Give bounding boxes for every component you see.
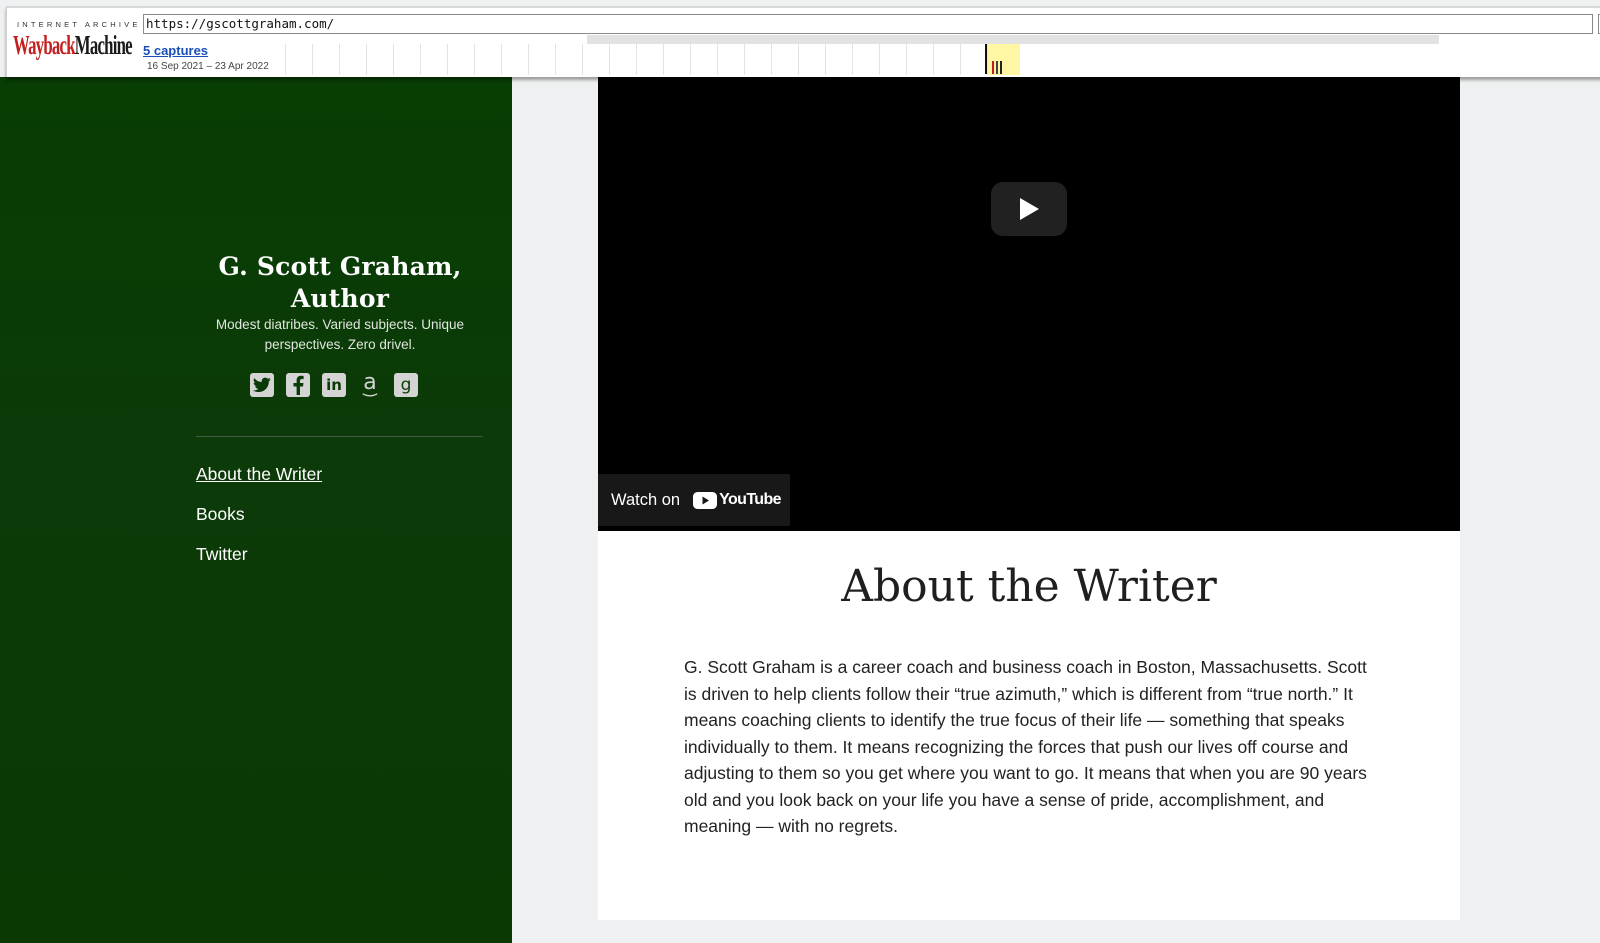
site-description: Modest diatribes. Varied subjects. Uniqu… (215, 317, 465, 352)
about-paragraph: G. Scott Graham is a career coach and bu… (684, 657, 1367, 836)
wayback-machine-wordmark: WaybackMachine (13, 30, 133, 60)
sidebar-nav: About the Writer Books Twitter (196, 463, 322, 583)
sparkline-month[interactable] (636, 44, 663, 75)
youtube-embed[interactable]: Watch on YouTube (598, 77, 1460, 531)
page-title: About the Writer (841, 561, 1217, 612)
capture-bar[interactable] (996, 61, 998, 74)
capture-sparkline[interactable] (285, 44, 1437, 75)
sparkline-month[interactable] (582, 44, 609, 75)
capture-date-range: 16 Sep 2021 – 23 Apr 2022 (147, 61, 269, 72)
sparkline-month[interactable] (555, 44, 582, 75)
sparkline-month[interactable] (312, 44, 339, 75)
sparkline-month[interactable] (474, 44, 501, 75)
sidebar-divider (196, 436, 483, 437)
sparkline-month[interactable] (420, 44, 447, 75)
sparkline-month[interactable] (906, 44, 933, 75)
amazon-icon[interactable]: a (358, 370, 382, 397)
sparkline-month[interactable] (933, 44, 960, 75)
main-content: Watch on YouTube About the Writer G. Sco… (598, 77, 1460, 920)
wayback-logo[interactable]: INTERNET ARCHIVE WaybackMachine (11, 17, 137, 67)
youtube-icon (693, 491, 718, 509)
youtube-logo: YouTube (693, 491, 782, 509)
sparkline-month[interactable] (825, 44, 852, 75)
internet-archive-label: INTERNET ARCHIVE (17, 20, 141, 29)
sidebar: G. Scott Graham, Author Modest diatribes… (0, 77, 512, 943)
sparkline-month[interactable] (798, 44, 825, 75)
sparkline-month[interactable] (960, 44, 987, 75)
sparkline-header (587, 35, 1439, 44)
linkedin-icon[interactable]: in (322, 373, 346, 397)
sparkline-month[interactable] (717, 44, 744, 75)
sparkline-month[interactable] (690, 44, 717, 75)
play-button[interactable] (991, 182, 1067, 236)
social-links: in a g (250, 370, 418, 397)
wayback-url-input[interactable]: https://gscottgraham.com/ (143, 14, 1593, 34)
nav-item-books[interactable]: Books (196, 503, 322, 525)
goodreads-icon[interactable]: g (394, 373, 418, 397)
sparkline-month[interactable] (285, 44, 312, 75)
twitter-icon[interactable] (250, 373, 274, 397)
nav-item-twitter[interactable]: Twitter (196, 543, 322, 565)
sparkline-month[interactable] (771, 44, 798, 75)
wayback-word: Wayback (13, 30, 76, 60)
sparkline-month[interactable] (339, 44, 366, 75)
sparkline-month[interactable] (393, 44, 420, 75)
sparkline-month[interactable] (501, 44, 528, 75)
facebook-icon[interactable] (286, 373, 310, 397)
captures-link[interactable]: 5 captures (143, 43, 208, 58)
sparkline-month[interactable] (663, 44, 690, 75)
amazon-smile (362, 393, 378, 397)
amazon-glyph: a (363, 370, 377, 395)
sparkline-month[interactable] (447, 44, 474, 75)
watch-on-label: Watch on (611, 490, 681, 509)
nav-item-about-the-writer[interactable]: About the Writer (196, 463, 322, 485)
machine-word: Machine (74, 30, 133, 60)
capture-bar[interactable] (985, 44, 987, 74)
sparkline-month[interactable] (366, 44, 393, 75)
site-title[interactable]: G. Scott Graham, Author (196, 251, 484, 315)
sparkline-month[interactable] (609, 44, 636, 75)
play-icon (1020, 198, 1039, 220)
sparkline-month[interactable] (528, 44, 555, 75)
capture-bar[interactable] (1000, 61, 1002, 74)
watch-on-youtube-button[interactable]: Watch on YouTube (598, 474, 790, 526)
sparkline-month[interactable] (744, 44, 771, 75)
sparkline-month[interactable] (879, 44, 906, 75)
sparkline-month[interactable] (852, 44, 879, 75)
youtube-wordmark: YouTube (719, 491, 781, 508)
wayback-toolbar: INTERNET ARCHIVE WaybackMachine https://… (6, 6, 1600, 77)
capture-bar[interactable] (992, 61, 994, 74)
